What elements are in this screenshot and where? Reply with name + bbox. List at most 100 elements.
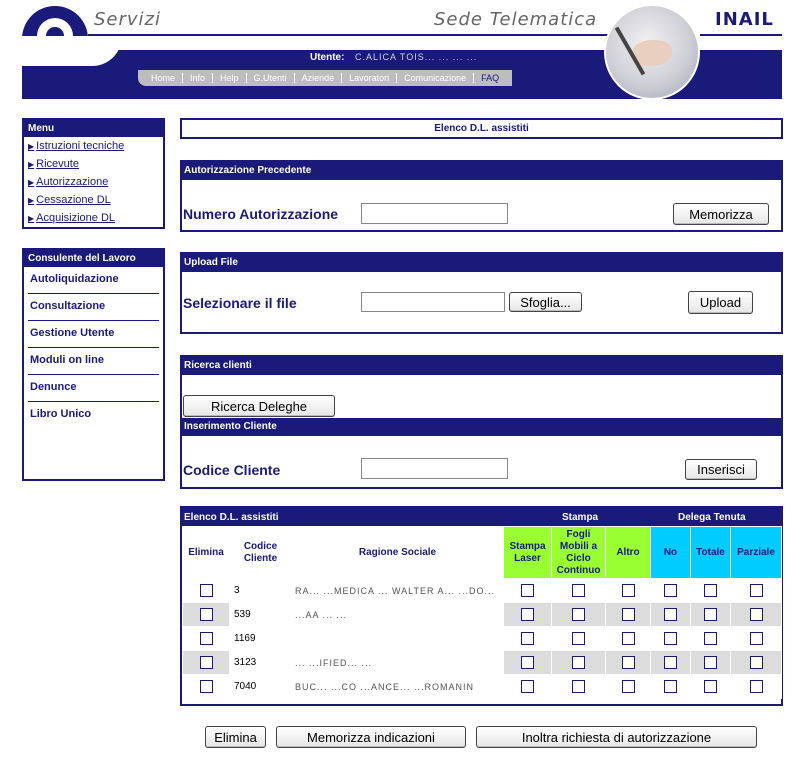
cons-item-consultazione[interactable]: Consultazione: [28, 294, 159, 321]
consulente-panel: Consulente del Lavoro Autoliquidazione C…: [22, 248, 165, 481]
inoltra-richiesta-button[interactable]: Inoltra richiesta di autorizzazione: [476, 726, 757, 748]
col-altro: Altro: [605, 526, 651, 579]
menu-item-label: Acquisizione DL: [36, 212, 116, 224]
nav-home[interactable]: Home: [144, 73, 184, 83]
row-code: 1169: [229, 626, 292, 651]
menu-item-label: Istruzioni tecniche: [36, 140, 125, 152]
fogli-mobili-checkbox[interactable]: [572, 680, 585, 693]
altro-checkbox[interactable]: [621, 584, 635, 597]
row-ragione-sociale: [291, 626, 504, 651]
user-value: C.ALICA TOIS... ... ... ...: [355, 52, 478, 62]
codice-cliente-label: Codice Cliente: [183, 462, 281, 478]
elimina-checkbox[interactable]: [199, 584, 213, 597]
delega-totale-checkbox[interactable]: [704, 656, 717, 669]
inserisci-button[interactable]: Inserisci: [685, 459, 757, 480]
brand-sede-telematica: Sede Telematica: [434, 9, 598, 30]
delega-parziale-checkbox[interactable]: [749, 656, 763, 669]
codice-cliente-input[interactable]: [361, 458, 508, 479]
autorizzazione-section: Autorizzazione Precedente Numero Autoriz…: [180, 160, 783, 232]
fogli-mobili-checkbox[interactable]: [572, 584, 585, 597]
menu-item-cessazione[interactable]: ▶ Cessazione DL: [24, 191, 163, 209]
triangle-right-icon: ▶: [28, 177, 35, 187]
nav-lavoratori[interactable]: Lavoratori: [342, 73, 398, 83]
nav-aziende[interactable]: Aziende: [295, 73, 343, 83]
triangle-right-icon: ▶: [28, 213, 35, 223]
stampa-laser-checkbox[interactable]: [521, 656, 534, 669]
delega-totale-checkbox[interactable]: [704, 608, 717, 621]
nav-help[interactable]: Help: [213, 73, 247, 83]
elimina-button[interactable]: Elimina: [205, 726, 266, 748]
table-row: 539 ...AA ... ...: [182, 602, 782, 627]
fogli-mobili-checkbox[interactable]: [572, 608, 585, 621]
stampa-laser-checkbox[interactable]: [521, 680, 534, 693]
page-title: Elenco D.L. assistiti: [180, 118, 783, 139]
triangle-right-icon: ▶: [28, 141, 35, 151]
delega-no-checkbox[interactable]: [664, 656, 677, 669]
assistiti-table-section: Elenco D.L. assistiti Stampa Delega Tenu…: [180, 506, 783, 706]
menu-item-ricevute[interactable]: ▶ Ricevute: [24, 155, 163, 173]
col-codice-cliente: Codice Cliente: [229, 526, 292, 579]
ricerca-section: Ricerca clienti Ricerca Deleghe Inserime…: [180, 355, 783, 489]
stampa-laser-checkbox[interactable]: [521, 608, 534, 621]
fogli-mobili-checkbox[interactable]: [572, 632, 585, 645]
altro-checkbox[interactable]: [621, 680, 635, 693]
header-rule: [88, 34, 608, 36]
delega-no-checkbox[interactable]: [664, 632, 677, 645]
elimina-checkbox[interactable]: [199, 632, 213, 645]
stampa-laser-checkbox[interactable]: [521, 584, 534, 597]
row-code: 3: [229, 578, 292, 603]
menu-title: Menu: [24, 120, 163, 137]
cons-item-libro-unico[interactable]: Libro Unico: [28, 402, 159, 428]
nav-faq[interactable]: FAQ: [474, 73, 506, 83]
row-ragione-sociale: ...AA ... ...: [291, 602, 504, 627]
altro-checkbox[interactable]: [621, 632, 635, 645]
delega-no-checkbox[interactable]: [664, 680, 677, 693]
upload-button[interactable]: Upload: [688, 291, 753, 314]
menu-item-label: Cessazione DL: [36, 194, 111, 206]
file-input[interactable]: [361, 292, 505, 312]
cons-item-moduli[interactable]: Moduli on line: [28, 348, 159, 375]
nav-gutenti[interactable]: G.Utenti: [247, 73, 295, 83]
cons-item-autoliquidazione[interactable]: Autoliquidazione: [28, 267, 159, 294]
delega-parziale-checkbox[interactable]: [749, 608, 763, 621]
user-label: Utente:: [310, 52, 345, 63]
delega-totale-checkbox[interactable]: [704, 680, 717, 693]
triangle-right-icon: ▶: [28, 195, 35, 205]
altro-checkbox[interactable]: [621, 656, 635, 669]
stampa-laser-checkbox[interactable]: [521, 632, 534, 645]
numero-autorizzazione-label: Numero Autorizzazione: [183, 206, 339, 222]
cons-item-gestione-utente[interactable]: Gestione Utente: [28, 321, 159, 348]
elimina-checkbox[interactable]: [199, 680, 213, 693]
delega-totale-checkbox[interactable]: [704, 584, 717, 597]
autorizzazione-header: Autorizzazione Precedente: [182, 162, 781, 180]
nav-info[interactable]: Info: [183, 73, 214, 83]
elimina-checkbox[interactable]: [199, 656, 213, 669]
delega-totale-checkbox[interactable]: [704, 632, 717, 645]
nav-comunicazione[interactable]: Comunicazione: [397, 73, 475, 83]
upload-section: Upload File Selezionare il file Sfoglia.…: [180, 252, 783, 334]
cons-item-denunce[interactable]: Denunce: [28, 375, 159, 402]
delega-parziale-checkbox[interactable]: [749, 680, 763, 693]
menu-item-label: Autorizzazione: [36, 176, 109, 188]
memorizza-button[interactable]: Memorizza: [673, 203, 769, 225]
memorizza-indicazioni-button[interactable]: Memorizza indicazioni: [276, 726, 466, 748]
delega-no-checkbox[interactable]: [664, 584, 677, 597]
table-row: 3123 ... ...IFIED... ...: [182, 650, 782, 675]
header-rule-right: [700, 34, 782, 36]
sfoglia-button[interactable]: Sfoglia...: [509, 292, 582, 312]
elimina-checkbox[interactable]: [199, 608, 213, 621]
delega-parziale-checkbox[interactable]: [749, 632, 763, 645]
table-row: 1169: [182, 626, 782, 651]
ricerca-deleghe-button[interactable]: Ricerca Deleghe: [183, 395, 335, 417]
fogli-mobili-checkbox[interactable]: [572, 656, 585, 669]
delega-no-checkbox[interactable]: [664, 608, 677, 621]
menu-item-acquisizione[interactable]: ▶ Acquisizione DL: [24, 209, 163, 227]
menu-item-istruzioni[interactable]: ▶ Istruzioni tecniche: [24, 137, 163, 155]
triangle-right-icon: ▶: [28, 159, 35, 169]
col-elimina: Elimina: [182, 526, 230, 579]
altro-checkbox[interactable]: [621, 608, 635, 621]
assistiti-table: Elimina Codice Cliente Ragione Sociale S…: [182, 526, 782, 699]
numero-autorizzazione-input[interactable]: [361, 203, 508, 224]
menu-item-autorizzazione[interactable]: ▶ Autorizzazione: [24, 173, 163, 191]
delega-parziale-checkbox[interactable]: [749, 584, 763, 597]
